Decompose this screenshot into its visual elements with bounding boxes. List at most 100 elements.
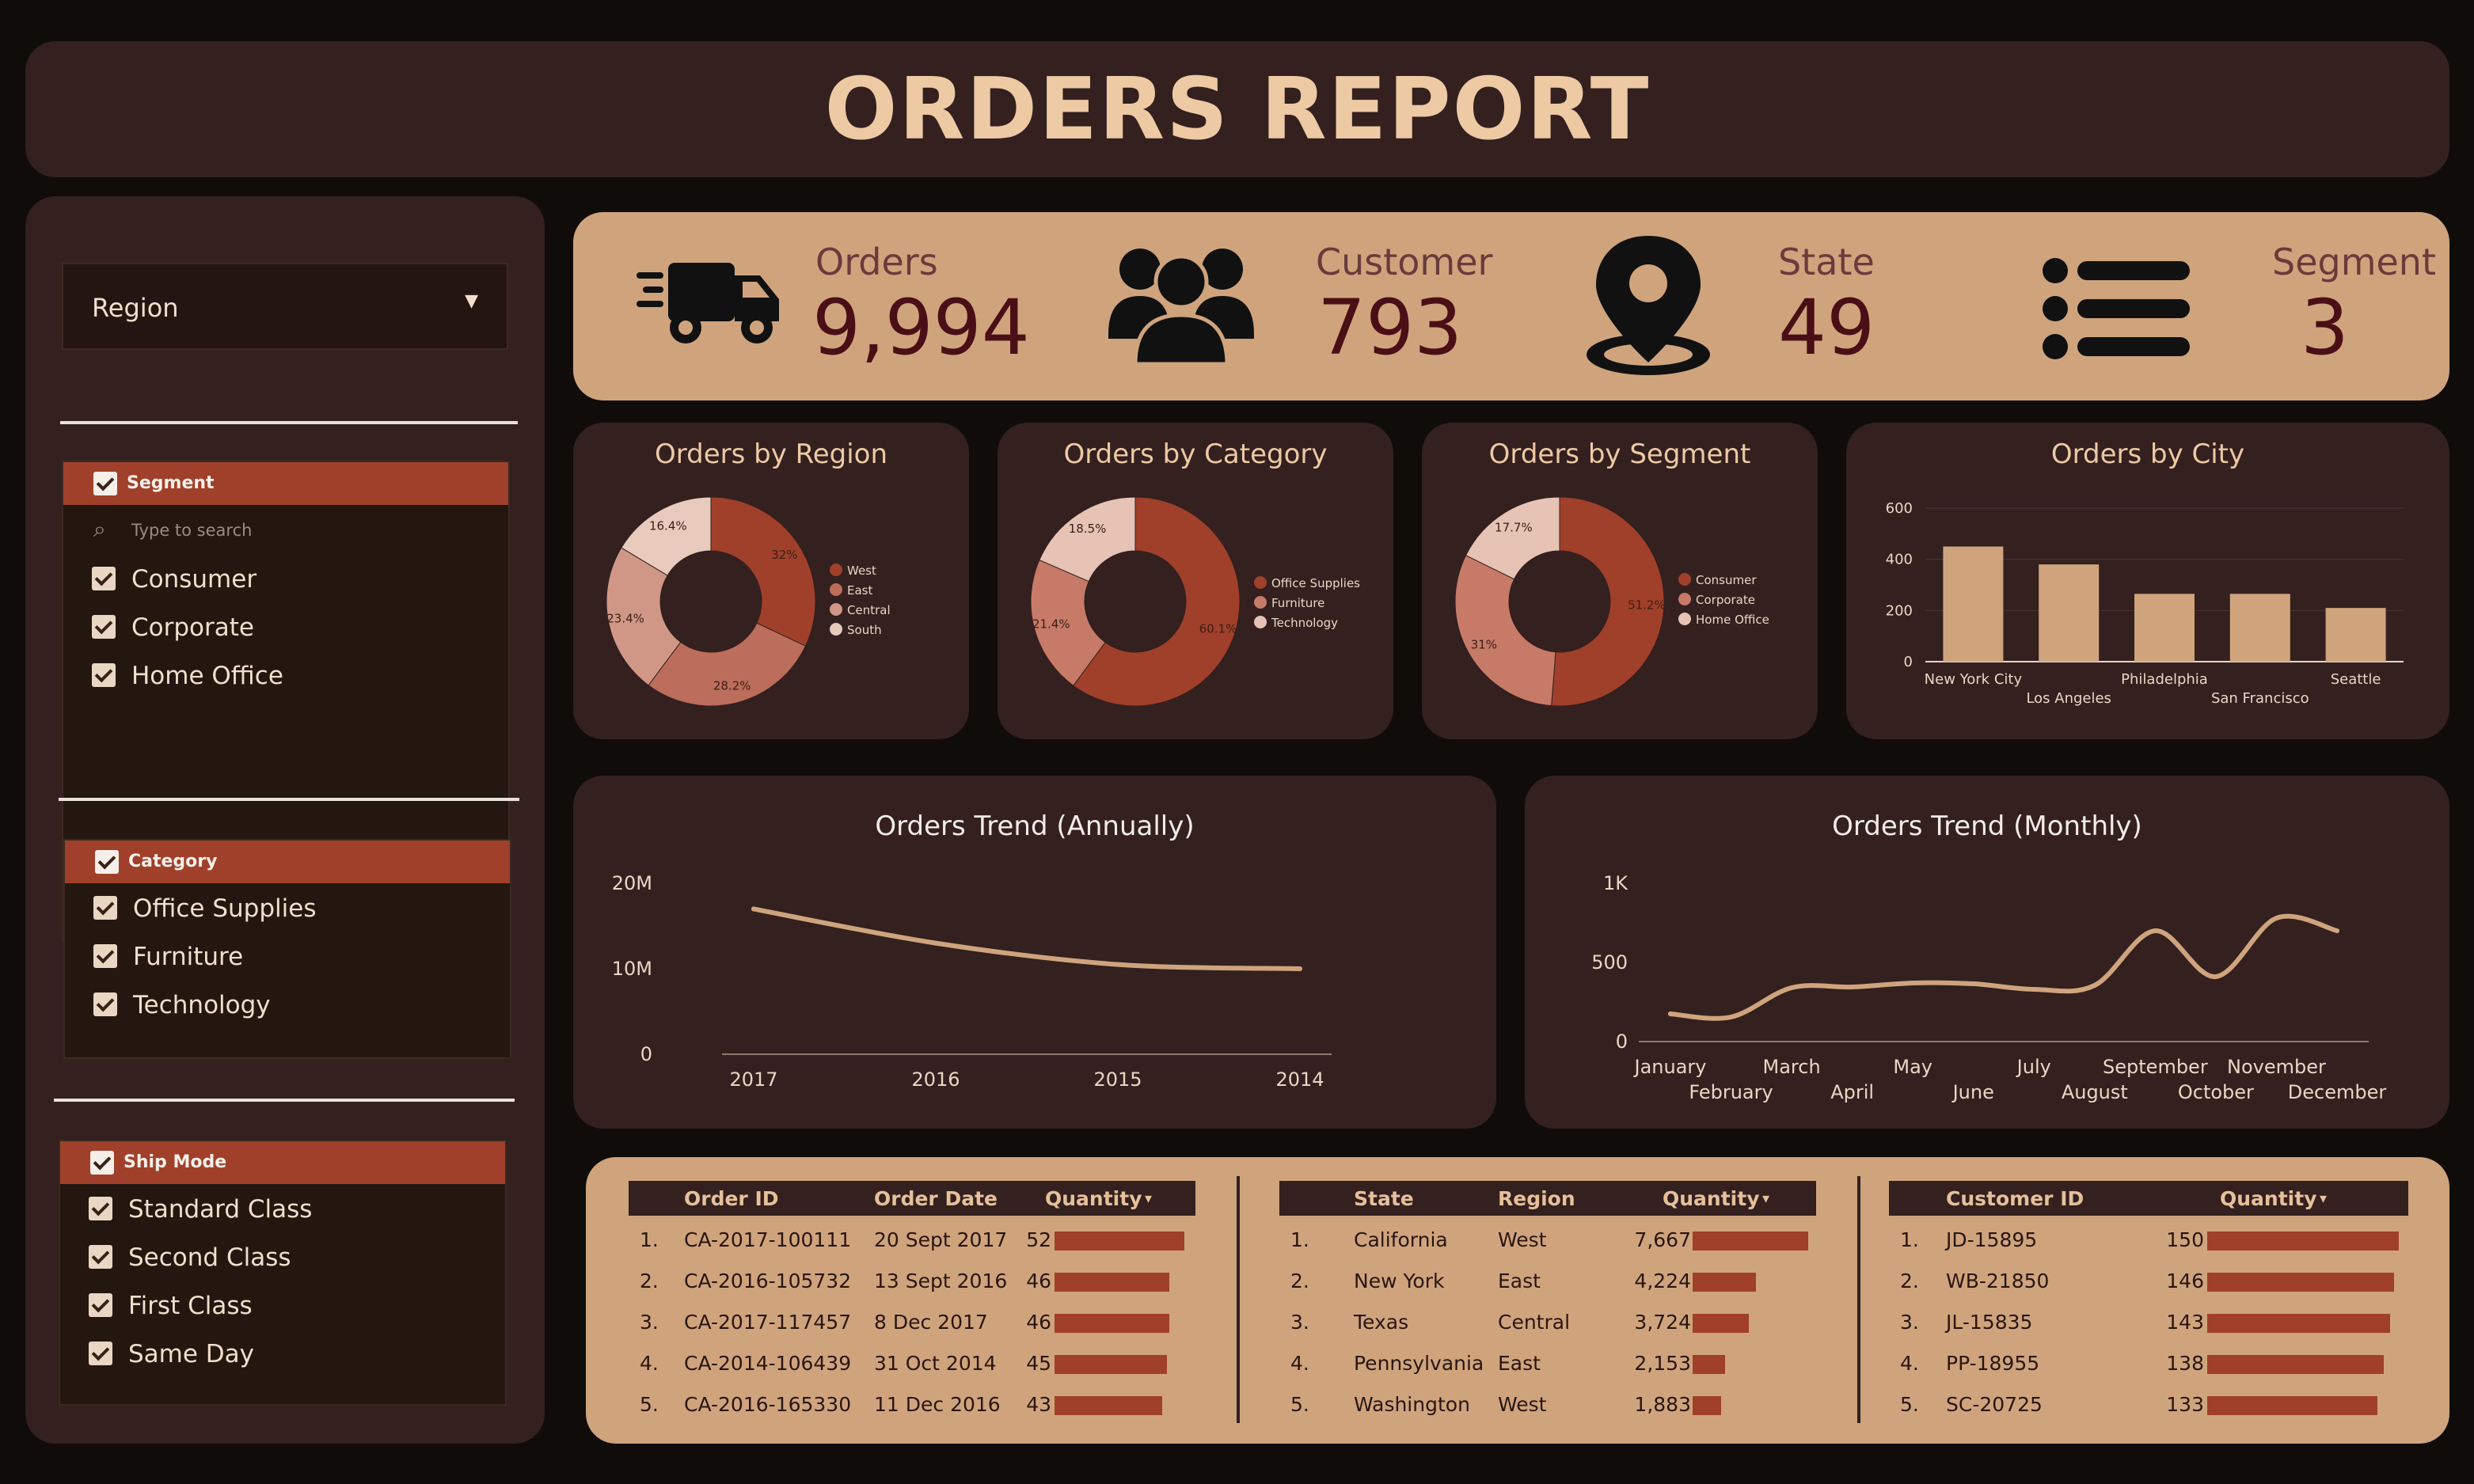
table-row[interactable]: 3. JL-15835 143 [1889, 1303, 2408, 1344]
column-header[interactable]: Order Date [874, 1187, 998, 1210]
category-option[interactable]: Furniture [65, 936, 510, 976]
donut-slice[interactable] [1454, 555, 1556, 707]
search-placeholder: Type to search [131, 521, 253, 540]
orders-by-city-chart: 0 200 400 600 New York CityLos Angeles Philad… [1886, 500, 2404, 707]
ship-mode-option[interactable]: Second Class [60, 1237, 505, 1277]
bar[interactable] [2039, 564, 2100, 662]
data-point[interactable] [2274, 916, 2279, 920]
checkbox[interactable] [93, 896, 117, 920]
legend-swatch [1678, 573, 1691, 586]
checkbox[interactable] [89, 1197, 112, 1220]
table-row[interactable]: 4. Pennsylvania East 2,153 [1279, 1344, 1816, 1385]
ship-mode-option[interactable]: Standard Class [60, 1189, 505, 1228]
category-option[interactable]: Office Supplies [65, 888, 510, 928]
ship-mode-option[interactable]: Same Day [60, 1334, 505, 1373]
checkbox[interactable] [93, 944, 117, 968]
select-all-checkbox[interactable] [95, 850, 119, 874]
quantity-value: 45 [1026, 1352, 1051, 1375]
legend-label[interactable]: South [847, 623, 882, 637]
option-label: Corporate [131, 613, 254, 642]
data-point[interactable] [2031, 987, 2037, 992]
data-point[interactable] [1789, 985, 1795, 990]
select-all-checkbox[interactable] [90, 1151, 114, 1175]
data-point[interactable] [2092, 983, 2097, 988]
legend-label[interactable]: Central [847, 603, 891, 617]
ship-mode-filter-header[interactable]: Ship Mode [60, 1141, 505, 1184]
column-header[interactable]: Quantity [2220, 1187, 2317, 1210]
legend-label[interactable]: Furniture [1271, 596, 1324, 610]
table-row[interactable]: 1. California West 7,667 [1279, 1220, 1816, 1262]
segment-option[interactable]: Corporate [63, 607, 508, 647]
checkbox[interactable] [89, 1245, 112, 1269]
table-row[interactable]: 1. JD-15895 150 [1889, 1220, 2408, 1262]
legend-label[interactable]: Home Office [1696, 613, 1769, 627]
bar[interactable] [2325, 608, 2386, 662]
legend-label[interactable]: Consumer [1696, 573, 1757, 587]
legend-label[interactable]: West [847, 564, 876, 578]
checkbox[interactable] [92, 663, 116, 687]
table-row[interactable]: 1. CA-2017-100111 20 Sept 2017 52 [629, 1220, 1195, 1262]
segment-search[interactable]: ⌕ Type to search [63, 513, 508, 548]
divider [59, 798, 519, 801]
table-row[interactable]: 2. WB-21850 146 [1889, 1262, 2408, 1303]
column-header[interactable]: Customer ID [1946, 1187, 2084, 1210]
bar[interactable] [2229, 594, 2290, 662]
category-filter: Category Office Supplies Furniture Techn… [63, 839, 511, 1059]
checkbox[interactable] [92, 615, 116, 639]
table-row[interactable]: 2. New York East 4,224 [1279, 1262, 1816, 1303]
sort-icon[interactable]: ▾ [2320, 1190, 2327, 1207]
sort-icon[interactable]: ▾ [1145, 1190, 1152, 1207]
table-row[interactable]: 5. SC-20725 133 [1889, 1385, 2408, 1426]
column-header[interactable]: Quantity [1045, 1187, 1142, 1210]
bar[interactable] [1943, 546, 2004, 662]
legend-label[interactable]: Technology [1271, 616, 1338, 630]
legend-label[interactable]: Office Supplies [1271, 576, 1360, 590]
data-point[interactable] [1668, 1011, 1673, 1016]
category-option[interactable]: Technology [65, 985, 510, 1024]
option-label: Consumer [131, 565, 257, 594]
data-point[interactable] [1849, 985, 1855, 989]
checkbox[interactable] [93, 992, 117, 1016]
table-row[interactable]: 4. CA-2014-106439 31 Oct 2014 45 [629, 1344, 1195, 1385]
bar[interactable] [2134, 594, 2195, 662]
sort-icon[interactable]: ▾ [1762, 1190, 1769, 1207]
data-point[interactable] [1115, 962, 1120, 967]
region-dropdown[interactable]: Region ▼ [62, 263, 508, 350]
table-row[interactable]: 4. PP-18955 138 [1889, 1344, 2408, 1385]
segment-filter-header[interactable]: Segment [63, 462, 508, 505]
table-row[interactable]: 5. CA-2016-165330 11 Dec 2016 43 [629, 1385, 1195, 1426]
data-point[interactable] [933, 940, 938, 946]
ship-mode-option[interactable]: First Class [60, 1285, 505, 1325]
legend-label[interactable]: East [847, 583, 872, 598]
column-header[interactable]: Quantity [1663, 1187, 1760, 1210]
x-tick-label: February [1689, 1081, 1773, 1103]
segment-option[interactable]: Home Office [63, 655, 508, 695]
donut-slice[interactable] [710, 496, 816, 647]
series-line[interactable] [1668, 913, 2339, 1021]
data-point[interactable] [2153, 928, 2158, 933]
series-line[interactable] [751, 906, 1302, 971]
segment-option[interactable]: Consumer [63, 559, 508, 598]
checkbox[interactable] [89, 1342, 112, 1365]
data-point[interactable] [1910, 981, 1916, 985]
data-point[interactable] [1970, 981, 1976, 986]
top-orders-table: Order ID Order Date Quantity ▾ 1. CA-2017… [629, 1181, 1195, 1428]
table-row[interactable]: 2. CA-2016-105732 13 Sept 2016 46 [629, 1262, 1195, 1303]
legend-label[interactable]: Corporate [1696, 593, 1755, 607]
category-filter-header[interactable]: Category [65, 841, 510, 883]
data-point[interactable] [751, 906, 756, 912]
data-point[interactable] [1728, 1015, 1734, 1019]
column-header[interactable]: State [1354, 1187, 1414, 1210]
table-row[interactable]: 3. CA-2017-117457 8 Dec 2017 46 [629, 1303, 1195, 1344]
checkbox[interactable] [89, 1293, 112, 1317]
data-point[interactable] [2335, 928, 2339, 933]
checkbox[interactable] [92, 567, 116, 590]
table-row[interactable]: 5. Washington West 1,883 [1279, 1385, 1816, 1426]
data-point[interactable] [2213, 974, 2218, 979]
data-point[interactable] [1298, 966, 1302, 971]
ship-mode-filter-title: Ship Mode [124, 1152, 227, 1172]
select-all-checkbox[interactable] [93, 472, 117, 495]
column-header[interactable]: Order ID [684, 1187, 779, 1210]
table-row[interactable]: 3. Texas Central 3,724 [1279, 1303, 1816, 1344]
column-header[interactable]: Region [1498, 1187, 1575, 1210]
